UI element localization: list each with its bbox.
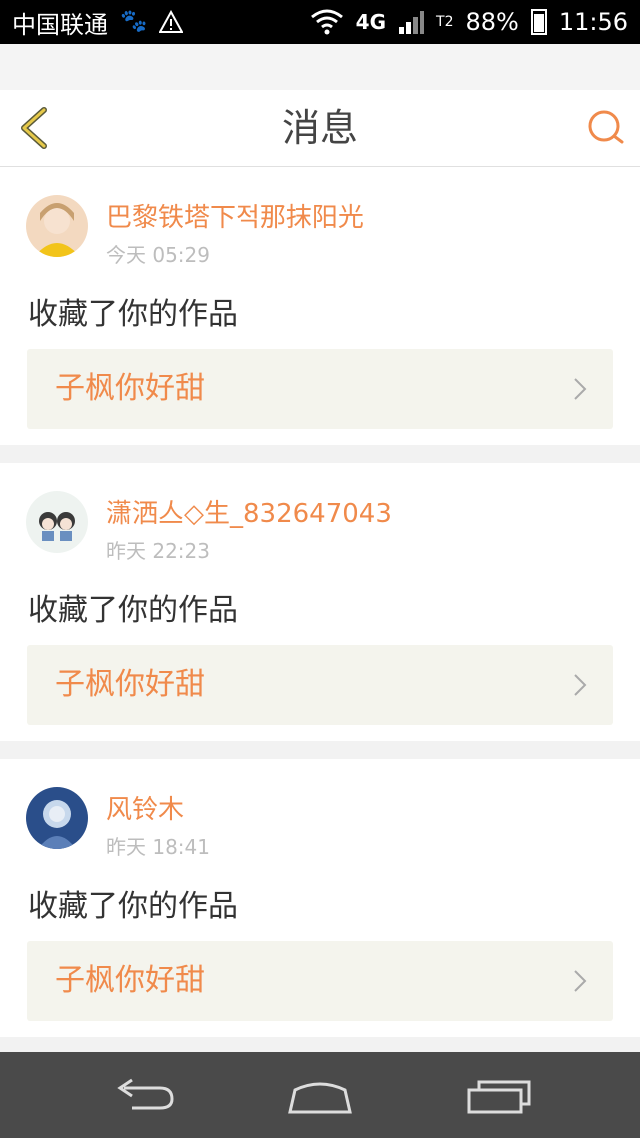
work-link[interactable]: 子枫你好甜 <box>27 349 613 429</box>
search-icon <box>588 110 624 144</box>
action-text: 收藏了你的作品 <box>28 297 238 332</box>
home-icon <box>288 1082 352 1114</box>
chevron-right-icon <box>574 970 587 992</box>
work-link[interactable]: 子枫你好甜 <box>27 645 613 725</box>
message-card: 巴黎铁塔下적那抹阳光 今天 05:29 收藏了你的作品 子枫你好甜 <box>0 167 640 445</box>
signal-icon <box>399 11 425 34</box>
warning-icon <box>159 10 184 33</box>
carrier-label: 中国联通 <box>12 10 108 39</box>
username[interactable]: 巴黎铁塔下적那抹阳光 <box>106 197 364 234</box>
work-title: 子枫你好甜 <box>55 963 205 998</box>
message-card: 风铃木 昨天 18:41 收藏了你的作品 子枫你好甜 <box>0 759 640 1037</box>
message-list: 巴黎铁塔下적那抹阳光 今天 05:29 收藏了你的作品 子枫你好甜 潇洒亼◇生_… <box>0 167 640 1055</box>
clock: 11:56 <box>558 8 628 36</box>
network-type: 4G <box>355 10 387 34</box>
battery-icon <box>530 9 547 35</box>
wifi-icon <box>310 9 343 35</box>
action-text: 收藏了你的作品 <box>28 889 238 924</box>
nav-home-button[interactable] <box>285 1074 355 1116</box>
work-link[interactable]: 子枫你好甜 <box>27 941 613 1021</box>
recents-icon <box>467 1080 531 1114</box>
app-header: 消息 <box>0 90 640 167</box>
sim2-indicator: T2 <box>436 14 454 30</box>
work-title: 子枫你好甜 <box>55 371 205 406</box>
message-card: 潇洒亼◇生_832647043 昨天 22:23 收藏了你的作品 子枫你好甜 <box>0 463 640 741</box>
status-bar: 中国联通 🐾 4G T2 88% 11:56 <box>0 0 640 44</box>
nav-back-button[interactable] <box>110 1074 180 1116</box>
search-button[interactable] <box>584 106 628 150</box>
back-arrow-icon <box>117 1078 174 1110</box>
page-title: 消息 <box>281 106 358 150</box>
username[interactable]: 风铃木 <box>106 789 184 826</box>
system-nav-bar <box>0 1052 640 1138</box>
avatar[interactable] <box>26 195 88 257</box>
avatar[interactable] <box>26 491 88 553</box>
chevron-right-icon <box>574 674 587 696</box>
timestamp: 昨天 22:23 <box>106 539 210 563</box>
action-text: 收藏了你的作品 <box>28 593 238 628</box>
timestamp: 昨天 18:41 <box>106 835 210 859</box>
battery-percent: 88% <box>465 8 519 36</box>
nav-recents-button[interactable] <box>465 1074 535 1116</box>
paw-icon: 🐾 <box>120 9 148 34</box>
work-title: 子枫你好甜 <box>55 667 205 702</box>
username[interactable]: 潇洒亼◇生_832647043 <box>106 493 392 530</box>
timestamp: 今天 05:29 <box>106 243 210 267</box>
chevron-right-icon <box>574 378 587 400</box>
avatar[interactable] <box>26 787 88 849</box>
header-gap <box>0 44 640 90</box>
